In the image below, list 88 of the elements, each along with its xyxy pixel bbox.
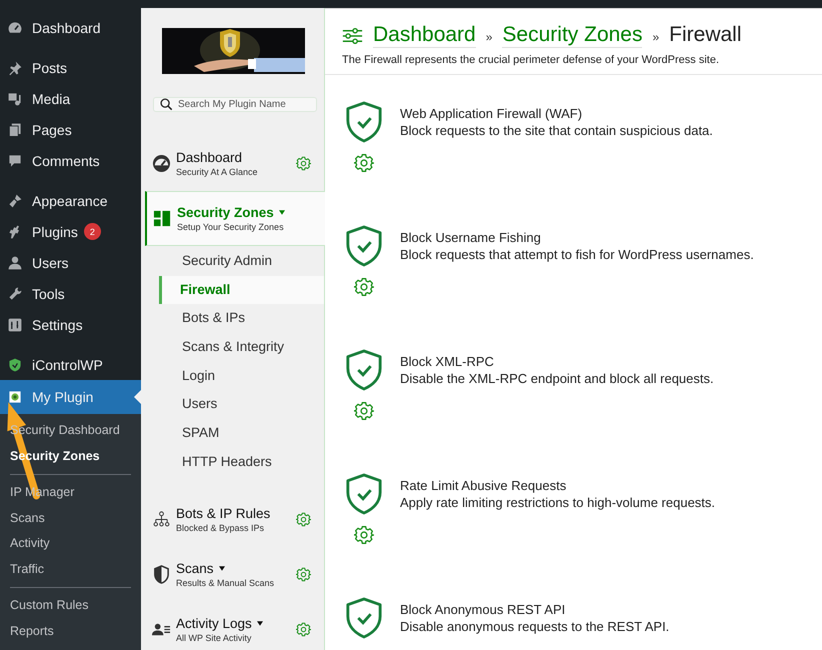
nav-subitem[interactable]: Login: [159, 362, 324, 390]
submenu-item[interactable]: Activity: [10, 531, 50, 556]
feature-title: Block Anonymous REST API: [400, 602, 566, 617]
settings-icon[interactable]: [296, 567, 311, 582]
update-count-badge: 2: [84, 223, 101, 240]
sitemap-icon: [152, 510, 171, 529]
media-icon: [7, 90, 23, 106]
section-title: Dashboard: [176, 150, 242, 164]
breadcrumb-separator: »: [486, 30, 492, 44]
nav-subitem[interactable]: Users: [159, 390, 324, 420]
feature-title: Block Username Fishing: [400, 230, 542, 245]
section-title: Scans: [176, 561, 214, 576]
breadcrumb-link[interactable]: Security Zones: [502, 23, 642, 48]
nav-subitem[interactable]: Security Admin: [159, 247, 324, 276]
grid-icon: [153, 209, 172, 228]
nav-subitem[interactable]: HTTP Headers: [159, 448, 324, 476]
submenu-item[interactable]: Scans: [10, 506, 45, 531]
gauge-icon: [152, 154, 171, 172]
section-title: Activity Logs: [176, 616, 252, 631]
nav-section[interactable]: Dashboard Security At A Glance: [141, 140, 324, 186]
breadcrumb-current: Firewall: [669, 23, 742, 47]
nav-subitem[interactable]: Bots & IPs: [159, 304, 324, 334]
submenu-item[interactable]: Traffic: [10, 556, 44, 582]
shield-check-icon: [345, 349, 383, 391]
plugin-logo-icon: [7, 389, 23, 405]
submenu-item[interactable]: Reports: [10, 618, 54, 644]
search-field[interactable]: Search My Plugin Name: [153, 97, 317, 112]
search-icon: [160, 98, 173, 111]
nav-section-active[interactable]: Security Zones Setup Your Security Zones: [145, 191, 325, 246]
menu-item[interactable]: Tools: [0, 278, 141, 309]
shield-check-icon: [345, 473, 383, 515]
nav-section[interactable]: Bots & IP Rules Blocked & Bypass IPs: [141, 496, 324, 542]
shield-check-icon: [345, 225, 383, 267]
shield-check-icon: [345, 101, 383, 143]
shield-icon: [7, 356, 23, 372]
sliders-icon: [342, 26, 363, 44]
feature-title: Rate Limit Abusive Requests: [400, 478, 568, 493]
nav-subitem[interactable]: SPAM: [159, 419, 324, 448]
menu-item[interactable]: Plugins 2: [0, 216, 141, 247]
section-subtitle: Setup Your Security Zones: [177, 222, 285, 232]
menu-item[interactable]: Media: [0, 83, 141, 114]
page-description: The Firewall represents the crucial perimeter defense of your WordPress site.: [342, 54, 720, 66]
section-subtitle: Blocked & Bypass IPs: [176, 523, 266, 533]
feature-description: Disable anonymous requests to the REST API.: [400, 619, 670, 634]
menu-item[interactable]: Posts: [0, 52, 141, 83]
settings-icon[interactable]: [296, 622, 311, 637]
brush-icon: [7, 192, 23, 208]
feature-description: Block requests that attempt to fish for WordPress usernames.: [400, 247, 754, 262]
nav-subitem[interactable]: Scans & Integrity: [159, 333, 324, 362]
gauge-icon: [7, 20, 23, 36]
section-title: Bots & IP Rules: [176, 506, 270, 521]
menu-item[interactable]: Comments: [0, 145, 141, 176]
feature-title: Web Application Firewall (WAF): [400, 106, 584, 121]
settings-icon[interactable]: [354, 401, 374, 421]
submenu-item[interactable]: Custom Rules: [10, 593, 88, 618]
shield-icon: [152, 565, 171, 584]
settings-icon[interactable]: [354, 525, 374, 545]
settings-icon[interactable]: [296, 156, 311, 170]
user-icon: [7, 254, 23, 270]
comment-icon: [7, 152, 23, 168]
section-subtitle: Results & Manual Scans: [176, 578, 276, 588]
menu-item[interactable]: Pages: [0, 114, 141, 145]
menu-item[interactable]: Users: [0, 247, 141, 278]
feature-description: Block requests to the site that contain suspicious data.: [400, 123, 713, 138]
settings-icon[interactable]: [354, 277, 374, 297]
nav-section[interactable]: Activity Logs All WP Site Activity: [141, 606, 324, 650]
wrench-icon: [7, 286, 23, 302]
menu-item[interactable]: Dashboard: [0, 12, 141, 43]
section-title: Security Zones: [177, 205, 274, 220]
feature-description: Apply rate limiting restrictions to high-volume requests.: [400, 495, 716, 510]
menu-item[interactable]: Settings: [0, 309, 141, 340]
settings-icon[interactable]: [354, 153, 374, 173]
feature-description: Disable the XML-RPC endpoint and block all requests.: [400, 371, 714, 386]
shield-check-icon: [345, 597, 383, 639]
settings-icon: [7, 316, 23, 332]
settings-icon[interactable]: [296, 512, 311, 527]
menu-item[interactable]: Appearance: [0, 185, 141, 216]
pages-icon: [7, 122, 23, 138]
breadcrumb-separator: »: [652, 30, 660, 44]
section-subtitle: Security At A Glance: [176, 166, 259, 176]
menu-item[interactable]: My Plugin: [0, 380, 141, 414]
feature-title: Block XML-RPC: [400, 354, 495, 369]
nav-section[interactable]: Scans Results & Manual Scans: [141, 552, 324, 598]
nav-subitem[interactable]: Firewall: [159, 276, 324, 304]
breadcrumb-link[interactable]: Dashboard: [373, 23, 476, 48]
section-subtitle: All WP Site Activity: [176, 633, 252, 643]
pin-icon: [7, 60, 23, 76]
menu-item[interactable]: iControlWP: [0, 349, 141, 380]
